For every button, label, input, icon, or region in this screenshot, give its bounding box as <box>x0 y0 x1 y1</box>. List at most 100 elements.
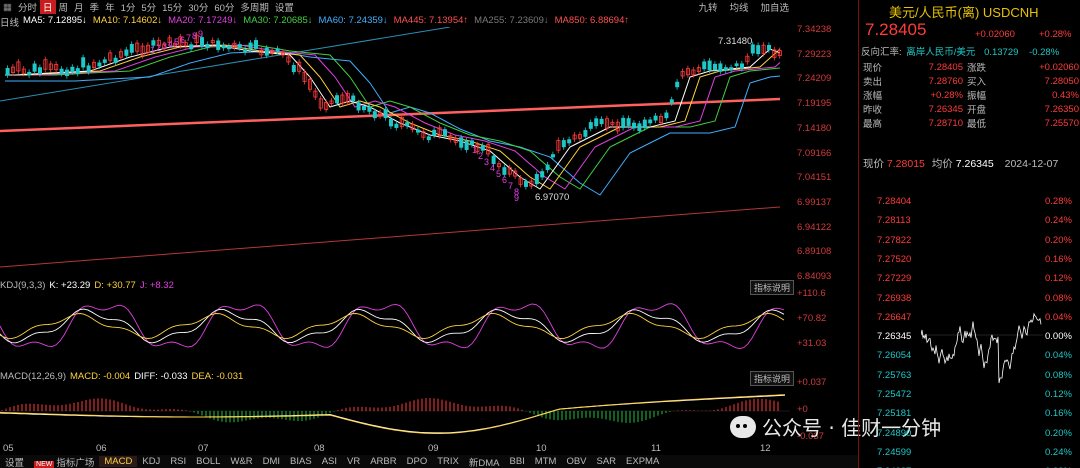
candle-body <box>723 67 728 71</box>
ma-item-3: MA30: 7.20685↓ <box>243 15 313 26</box>
date-tick: 05 <box>3 443 14 454</box>
intraday-price-tick: 7.26647 <box>877 311 912 323</box>
macd-label: MACD(12,26,9) <box>0 371 66 382</box>
indicator-tab-9[interactable]: ASI <box>317 456 342 467</box>
macd-chart <box>0 394 790 434</box>
period-tab-1[interactable]: 日 <box>40 0 56 14</box>
nine-turn-label: 5 <box>174 37 179 47</box>
nine-turn-label: 3 <box>484 157 489 167</box>
candle-body <box>632 122 637 129</box>
intraday-price-tick: 7.24890 <box>877 427 912 439</box>
indicator-tab-18[interactable]: SAR <box>592 456 622 467</box>
ma-item-7: MA850: 6.88694↑ <box>554 15 630 26</box>
period-tab-4[interactable]: 季 <box>87 0 103 14</box>
indicator-tab-7[interactable]: DMI <box>258 456 285 467</box>
indicator-tab-8[interactable]: BIAS <box>285 456 317 467</box>
candle-body <box>561 140 566 148</box>
candle-body <box>5 67 10 76</box>
ma-item-1: MA10: 7.14602↓ <box>92 15 163 26</box>
nine-turn-label: 4 <box>490 163 495 173</box>
candle-body <box>189 44 194 50</box>
candle-body <box>70 66 75 73</box>
candle-body <box>469 140 474 145</box>
kdj-chart <box>0 303 785 350</box>
candle-body <box>129 43 134 53</box>
indicator-tab-11[interactable]: ARBR <box>365 456 401 467</box>
candle-body <box>361 105 366 111</box>
candle-body <box>534 173 539 185</box>
period-tab-8[interactable]: 15分 <box>159 0 185 14</box>
quote-row: 现价 7.28405 涨跌 +0.02060 <box>863 61 1079 75</box>
period-tab-9[interactable]: 30分 <box>185 0 211 14</box>
macd-line-1 <box>0 394 786 434</box>
indicator-tab-3[interactable]: KDJ <box>137 456 165 467</box>
trendline-lower <box>0 206 781 268</box>
period-tab-7[interactable]: 5分 <box>138 0 159 14</box>
period-tab-0[interactable]: 分时 <box>15 0 40 14</box>
price-tick: 6.89108 <box>797 246 832 258</box>
indicator-tab-0[interactable]: 设置 <box>0 455 29 468</box>
indicator-tabs: 设置 NEW 指标广场 MACD KDJ RSI BOLL W&R DMI BIAS ASI VR AR… <box>0 455 858 468</box>
period-tab-5[interactable]: 年 <box>102 0 118 14</box>
period-label: 日线 <box>0 18 20 29</box>
candle-body <box>383 109 388 119</box>
candle-body <box>372 111 377 119</box>
candle-body <box>27 71 32 76</box>
ma-item-4: MA60: 7.24359↓ <box>318 15 388 26</box>
indicator-tab-10[interactable]: VR <box>342 456 365 467</box>
period-tab-2[interactable]: 周 <box>56 0 72 14</box>
intraday-pct-tick: 0.20% <box>1045 427 1072 439</box>
indicator-tab-16[interactable]: MTM <box>530 456 562 467</box>
candle-body <box>405 122 410 127</box>
candle-body <box>718 63 723 72</box>
period-tab-12[interactable]: 设置 <box>272 0 297 14</box>
toolbar-right-button-0[interactable]: 九转 <box>695 0 720 14</box>
indicator-tab-1[interactable]: NEW 指标广场 <box>29 455 99 468</box>
candle-body <box>734 63 739 67</box>
reverse-rate-pair[interactable]: 离岸人民币/美元 <box>906 47 975 58</box>
ma-item-2: MA20: 7.17249↓ <box>168 15 238 26</box>
period-tab-11[interactable]: 多周期 <box>237 0 272 14</box>
period-tab-10[interactable]: 60分 <box>211 0 237 14</box>
candle-body <box>594 118 599 127</box>
intraday-price-tick: 7.28113 <box>877 215 911 227</box>
grid-icon[interactable]: ▦ <box>0 2 15 13</box>
kdj-tick: +110.6 <box>797 288 826 299</box>
indicator-tab-17[interactable]: OBV <box>561 456 591 467</box>
candle-body <box>237 44 242 49</box>
candle-body <box>86 65 91 73</box>
candle-body <box>675 81 680 88</box>
indicator-tab-12[interactable]: DPO <box>402 456 433 467</box>
intraday-header: 现价 7.28015 均价 7.26345 2024-12-07 <box>863 158 1059 170</box>
period-tab-6[interactable]: 1分 <box>118 0 139 14</box>
candle-body <box>32 63 37 72</box>
period-tab-3[interactable]: 月 <box>71 0 87 14</box>
candle-body <box>334 95 339 104</box>
indicator-tab-14[interactable]: 新DMA <box>464 455 505 468</box>
kline-panel: ▦ 分时日周月季年 1分 5分 15分 30分 60分 多周期 设置 九转 均线 加自选 日线 M… <box>0 0 941 468</box>
date-tick: 08 <box>314 443 325 454</box>
indicator-tab-15[interactable]: BBI <box>504 456 529 467</box>
candle-body <box>626 118 631 126</box>
intraday-price-tick: 7.27520 <box>877 253 912 265</box>
intraday-pct-tick: 0.12% <box>1045 389 1072 400</box>
intraday-price-tick: 7.25472 <box>877 389 912 400</box>
indicator-tab-5[interactable]: BOLL <box>191 456 225 467</box>
macd-legend: MACD(12,26,9) MACD: -0.004 DIFF: -0.033 … <box>0 371 243 383</box>
indicator-tab-4[interactable]: RSI <box>165 456 191 467</box>
toolbar-right-button-2[interactable]: 加自选 <box>757 0 792 14</box>
candle-body <box>291 65 296 73</box>
intraday-pct-tick: 0.16% <box>1045 253 1072 265</box>
indicator-tab-19[interactable]: EXPMA <box>621 456 664 467</box>
toolbar-right-button-1[interactable]: 均线 <box>726 0 751 14</box>
price-change-pct: +0.28% <box>1039 29 1072 40</box>
indicator-tab-2[interactable]: MACD <box>99 456 138 467</box>
indicator-tab-6[interactable]: W&R <box>225 456 257 467</box>
intraday-price-tick: 7.26345 <box>877 331 912 343</box>
candle-body <box>97 62 102 67</box>
indicator-tab-13[interactable]: TRIX <box>432 456 464 467</box>
candle-body <box>221 45 226 49</box>
price-tick: 6.99137 <box>797 196 832 208</box>
intraday-pct-tick: 0.24% <box>1045 215 1072 227</box>
candle-body <box>113 57 118 64</box>
